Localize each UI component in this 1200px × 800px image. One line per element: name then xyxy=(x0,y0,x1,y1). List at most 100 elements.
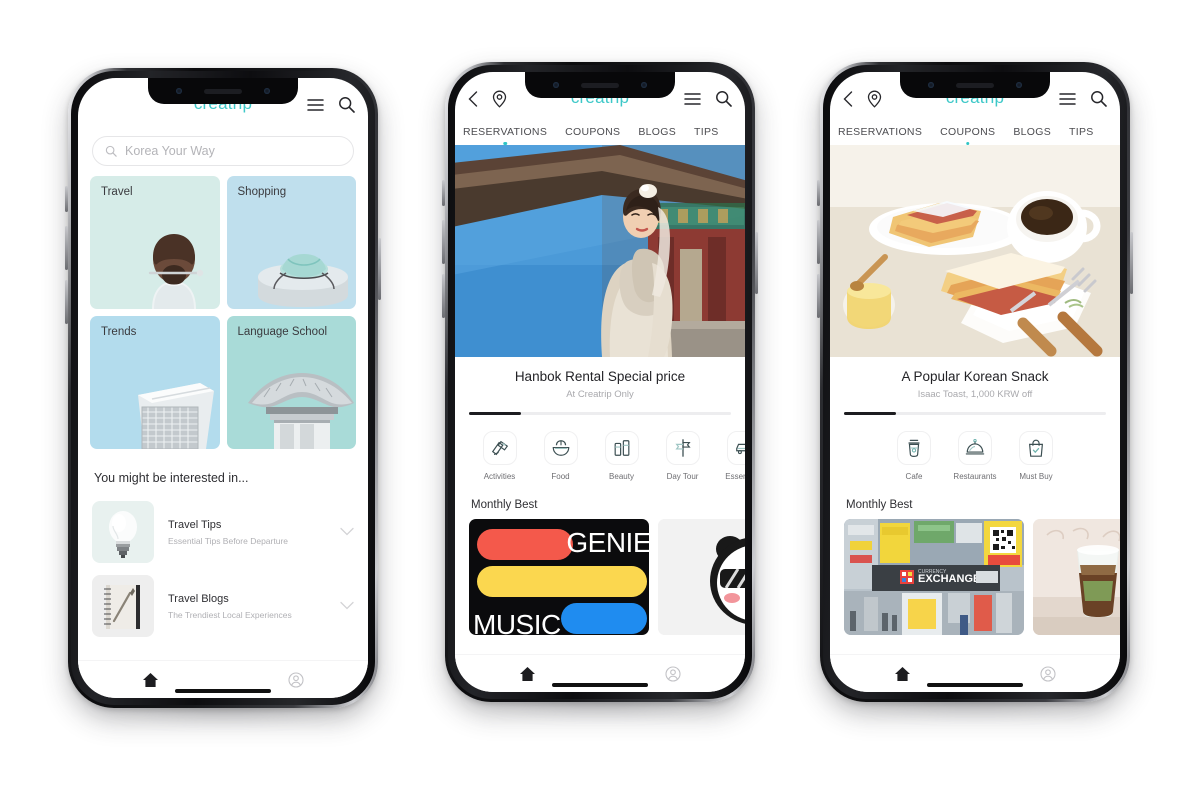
monthly-best-card[interactable]: EXCHANGE CURRENCY xyxy=(844,518,1024,635)
quick-category-label: Day Tour xyxy=(666,471,699,481)
search-icon[interactable] xyxy=(1090,90,1107,107)
activities-icon xyxy=(482,430,517,465)
nav-item-home[interactable] xyxy=(78,672,223,688)
tab-reservations[interactable]: RESERVATIONS xyxy=(838,126,922,145)
phone-mockup-coupons: creatrip RESERVATIONS xyxy=(817,62,1133,716)
hero-banner-toast[interactable] xyxy=(830,145,1120,357)
mute-switch[interactable] xyxy=(817,180,820,206)
location-pin-icon[interactable] xyxy=(867,90,882,108)
tab-blogs[interactable]: BLOGS xyxy=(638,126,676,145)
quick-category-activities[interactable]: Activities xyxy=(469,430,530,481)
hero-caption: A Popular Korean Snack Isaac Toast, 1,00… xyxy=(830,357,1120,409)
tab-coupons[interactable]: COUPONS xyxy=(565,126,620,145)
front-camera-icon xyxy=(553,82,559,88)
volume-down-button[interactable] xyxy=(817,274,820,318)
hamburger-menu-icon[interactable] xyxy=(307,98,324,112)
phone-mockup-reservations: creatrip RESERVATIONS xyxy=(442,62,758,716)
quick-category-beauty[interactable]: Beauty xyxy=(591,430,652,481)
quick-category-label: Cafe xyxy=(905,471,923,481)
category-tile-label: Language School xyxy=(237,326,328,338)
quick-category-label: Food xyxy=(551,471,570,481)
nav-item-profile[interactable] xyxy=(600,665,745,682)
tab-coupons[interactable]: COUPONS xyxy=(940,126,995,145)
home-indicator[interactable] xyxy=(175,689,271,693)
category-tile-travel[interactable]: Travel xyxy=(90,176,220,309)
tab-reservations[interactable]: RESERVATIONS xyxy=(463,126,547,145)
tab-label: COUPONS xyxy=(565,126,621,138)
notch xyxy=(148,78,298,104)
quick-category-must-buy[interactable]: Must Buy xyxy=(1006,430,1067,481)
power-button[interactable] xyxy=(755,232,758,294)
quick-category-food[interactable]: Food xyxy=(530,430,591,481)
hamburger-menu-icon[interactable] xyxy=(684,92,701,106)
header-actions xyxy=(684,90,732,107)
search-icon[interactable] xyxy=(715,90,732,107)
quick-category-cafe[interactable]: Cafe xyxy=(884,430,945,481)
monthly-best-card[interactable]: GENIE MUSIC xyxy=(469,518,649,635)
power-button[interactable] xyxy=(378,238,381,300)
quick-category-day-tour[interactable]: Day Tour xyxy=(652,430,713,481)
genie-text: GENIE xyxy=(566,526,649,558)
quick-category-label: Restaurants xyxy=(953,471,997,481)
panda-sunglasses-icon xyxy=(658,518,745,635)
hero-title: A Popular Korean Snack xyxy=(901,369,1049,384)
earpiece-speaker xyxy=(204,88,242,94)
panda-artwork xyxy=(658,518,745,635)
list-item[interactable]: Travel Tips Essential Tips Before Depart… xyxy=(78,495,368,569)
hamburger-menu-icon[interactable] xyxy=(1059,92,1076,106)
hero-banner-hanbok[interactable] xyxy=(455,145,745,357)
chevron-left-icon[interactable] xyxy=(468,91,478,107)
phone-frame: creatrip RESERVATIONS xyxy=(442,62,758,702)
tab-label: BLOGS xyxy=(638,126,677,138)
volume-up-button[interactable] xyxy=(442,220,445,264)
home-indicator[interactable] xyxy=(552,683,648,687)
monthly-best-carousel[interactable]: GENIE MUSIC xyxy=(455,518,745,635)
cosmetics-icon xyxy=(604,430,639,465)
monthly-best-carousel[interactable]: EXCHANGE CURRENCY xyxy=(830,518,1120,635)
category-tile-shopping[interactable]: Shopping xyxy=(226,176,356,309)
tab-tips[interactable]: TIPS xyxy=(1069,126,1094,145)
volume-up-button[interactable] xyxy=(65,226,68,270)
nav-item-home[interactable] xyxy=(830,666,975,682)
nav-item-profile[interactable] xyxy=(223,671,368,688)
list-item-thumbnail xyxy=(92,501,154,563)
volume-up-button[interactable] xyxy=(817,220,820,264)
chevron-down-icon[interactable] xyxy=(340,601,354,611)
header-left-actions xyxy=(843,90,882,108)
list-item[interactable]: Travel Blogs The Trendiest Local Experie… xyxy=(78,569,368,643)
list-item-title: Travel Tips xyxy=(168,518,222,531)
quick-category-restaurants[interactable]: Restaurants xyxy=(945,430,1006,481)
quick-category-label: Essentials xyxy=(725,471,745,481)
phone-bezel: creatrip RESERVATIONS xyxy=(823,65,1127,699)
header-actions xyxy=(1059,90,1107,107)
tab-tips[interactable]: TIPS xyxy=(694,126,719,145)
category-tile-grid: Travel Shopping Trends Language School xyxy=(78,166,368,449)
phone-bezel: creatrip RESERVATIONS xyxy=(448,65,752,699)
category-tile-language-school[interactable]: Language School xyxy=(226,316,356,449)
nav-item-profile[interactable] xyxy=(975,665,1120,682)
chevron-down-icon[interactable] xyxy=(340,527,354,537)
volume-down-button[interactable] xyxy=(442,274,445,318)
volume-down-button[interactable] xyxy=(65,280,68,324)
header-left-actions xyxy=(468,90,507,108)
nav-item-home[interactable] xyxy=(455,666,600,682)
chevron-left-icon[interactable] xyxy=(843,91,853,107)
front-camera-icon xyxy=(176,88,182,94)
category-tile-trends[interactable]: Trends xyxy=(90,316,220,449)
monthly-best-card[interactable] xyxy=(658,518,745,635)
search-input[interactable]: Korea Your Way xyxy=(92,136,354,166)
power-button[interactable] xyxy=(1130,232,1133,294)
search-icon[interactable] xyxy=(338,96,355,113)
carousel-progress[interactable] xyxy=(469,412,731,415)
mute-switch[interactable] xyxy=(65,186,68,212)
carousel-progress[interactable] xyxy=(844,412,1106,415)
profile-icon xyxy=(664,665,681,682)
tab-blogs[interactable]: BLOGS xyxy=(1013,126,1051,145)
monthly-best-card[interactable] xyxy=(1033,518,1120,635)
quick-category-essentials[interactable]: Essentials xyxy=(713,430,745,481)
location-pin-icon[interactable] xyxy=(492,90,507,108)
home-indicator[interactable] xyxy=(927,683,1023,687)
quick-category-row: Activities Food Beauty Day Tour Esse xyxy=(455,415,745,481)
mute-switch[interactable] xyxy=(442,180,445,206)
phone-bezel: creatrip xyxy=(71,71,375,705)
